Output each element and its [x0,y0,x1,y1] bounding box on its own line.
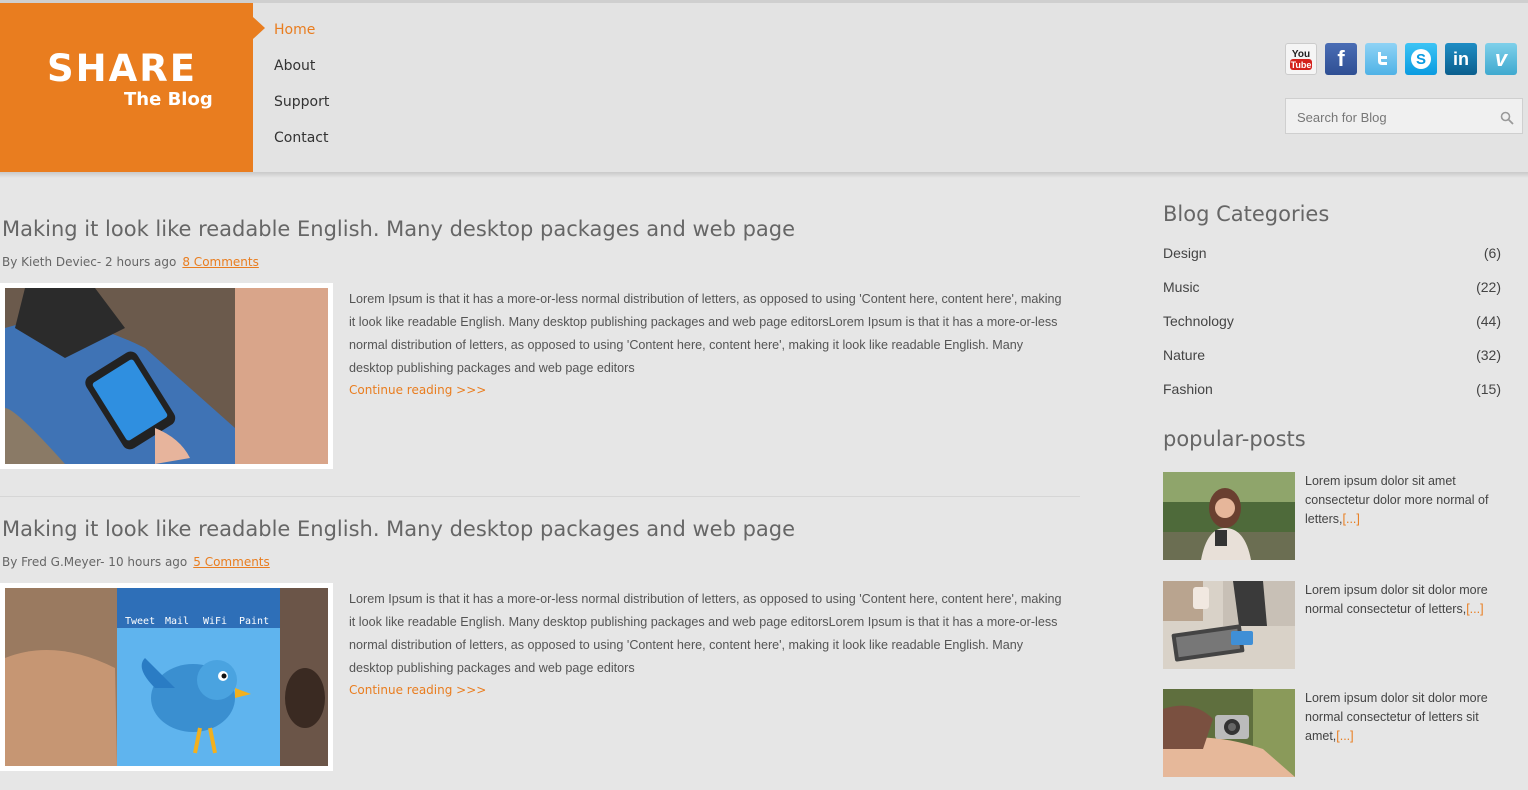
facebook-icon[interactable]: f [1325,43,1357,75]
logo-title: SHARE [47,47,198,90]
category-count: (6) [1483,245,1501,261]
vimeo-icon[interactable]: v [1485,43,1517,75]
post-title[interactable]: Making it look like readable English. Ma… [2,517,795,541]
svg-text:You: You [1292,49,1310,60]
header-divider [0,172,1528,178]
popular-post-excerpt: Lorem ipsum dolor sit amet consectetur d… [1305,474,1489,526]
phone-app-label-wifi: WiFi [203,616,227,627]
search-box [1285,98,1523,134]
popular-post-text: Lorem ipsum dolor sit dolor more normal … [1305,689,1501,746]
post-divider [0,496,1080,497]
category-item: Fashion (15) [1163,381,1501,401]
category-link[interactable]: Fashion [1163,381,1213,397]
post-excerpt: Lorem Ipsum is that it has a more-or-les… [349,292,1062,375]
category-count: (15) [1476,381,1501,397]
twitter-icon[interactable] [1365,43,1397,75]
continue-reading-link[interactable]: Continue reading >>> [349,383,486,397]
category-count: (44) [1476,313,1501,329]
popular-post-item[interactable]: Lorem ipsum dolor sit amet consectetur d… [1163,472,1503,562]
post-image[interactable] [0,283,333,469]
skype-icon[interactable]: S [1405,43,1437,75]
category-item: Technology (44) [1163,313,1501,333]
popular-post-item[interactable]: Lorem ipsum dolor sit dolor more normal … [1163,689,1503,779]
post-meta: By Kieth Deviec- 2 hours ago 8 Comments [2,255,259,269]
read-more-link[interactable]: [...] [1336,729,1353,743]
popular-post-text: Lorem ipsum dolor sit dolor more normal … [1305,581,1501,619]
popular-post-image[interactable] [1163,689,1295,777]
phone-app-label-paint: Paint [239,616,269,627]
popular-post-item[interactable]: Lorem ipsum dolor sit dolor more normal … [1163,581,1503,671]
category-item: Music (22) [1163,279,1501,299]
logo-tagline: The Blog [124,89,213,110]
blog-categories-title: Blog Categories [1163,202,1330,226]
read-more-link[interactable]: [...] [1343,512,1360,526]
category-link[interactable]: Music [1163,279,1200,295]
linkedin-icon[interactable]: in [1445,43,1477,75]
post-title[interactable]: Making it look like readable English. Ma… [2,217,795,241]
popular-post-image[interactable] [1163,581,1295,669]
popular-post-excerpt: Lorem ipsum dolor sit dolor more normal … [1305,583,1488,616]
post-excerpt: Lorem Ipsum is that it has a more-or-les… [349,592,1062,675]
category-item: Nature (32) [1163,347,1501,367]
youtube-icon[interactable]: You Tube [1285,43,1317,75]
logo[interactable]: SHARE The Blog [0,3,253,172]
popular-posts-title: popular-posts [1163,427,1306,451]
post-comments-link[interactable]: 5 Comments [193,555,270,569]
site-header: SHARE The Blog Home About Support Contac… [0,0,1528,172]
nav-support[interactable]: Support [274,93,329,129]
category-link[interactable]: Design [1163,245,1207,261]
search-input[interactable] [1295,105,1499,129]
read-more-link[interactable]: [...] [1466,602,1483,616]
nav-about[interactable]: About [274,57,329,93]
post-author: By Kieth Deviec- 2 hours ago [2,255,177,269]
nav-active-indicator [253,17,265,39]
category-count: (32) [1476,347,1501,363]
svg-text:Tube: Tube [1291,60,1312,70]
category-count: (22) [1476,279,1501,295]
nav-contact[interactable]: Contact [274,129,329,165]
phone-app-label-tweet: Tweet [125,616,155,627]
post-image[interactable]: Tweet Mail WiFi Paint [0,583,333,771]
nav-home[interactable]: Home [274,21,329,57]
post-comments-link[interactable]: 8 Comments [182,255,259,269]
category-item: Design (6) [1163,245,1501,265]
category-link[interactable]: Nature [1163,347,1205,363]
popular-post-text: Lorem ipsum dolor sit amet consectetur d… [1305,472,1501,529]
popular-post-image[interactable] [1163,472,1295,560]
post-meta: By Fred G.Meyer- 10 hours ago 5 Comments [2,555,270,569]
continue-reading-link[interactable]: Continue reading >>> [349,683,486,697]
phone-app-label-mail: Mail [165,616,189,627]
svg-text:S: S [1416,51,1426,68]
popular-post-excerpt: Lorem ipsum dolor sit dolor more normal … [1305,691,1488,743]
post-author: By Fred G.Meyer- 10 hours ago [2,555,188,569]
main-nav: Home About Support Contact [274,21,329,165]
search-icon[interactable] [1500,111,1514,125]
category-link[interactable]: Technology [1163,313,1234,329]
